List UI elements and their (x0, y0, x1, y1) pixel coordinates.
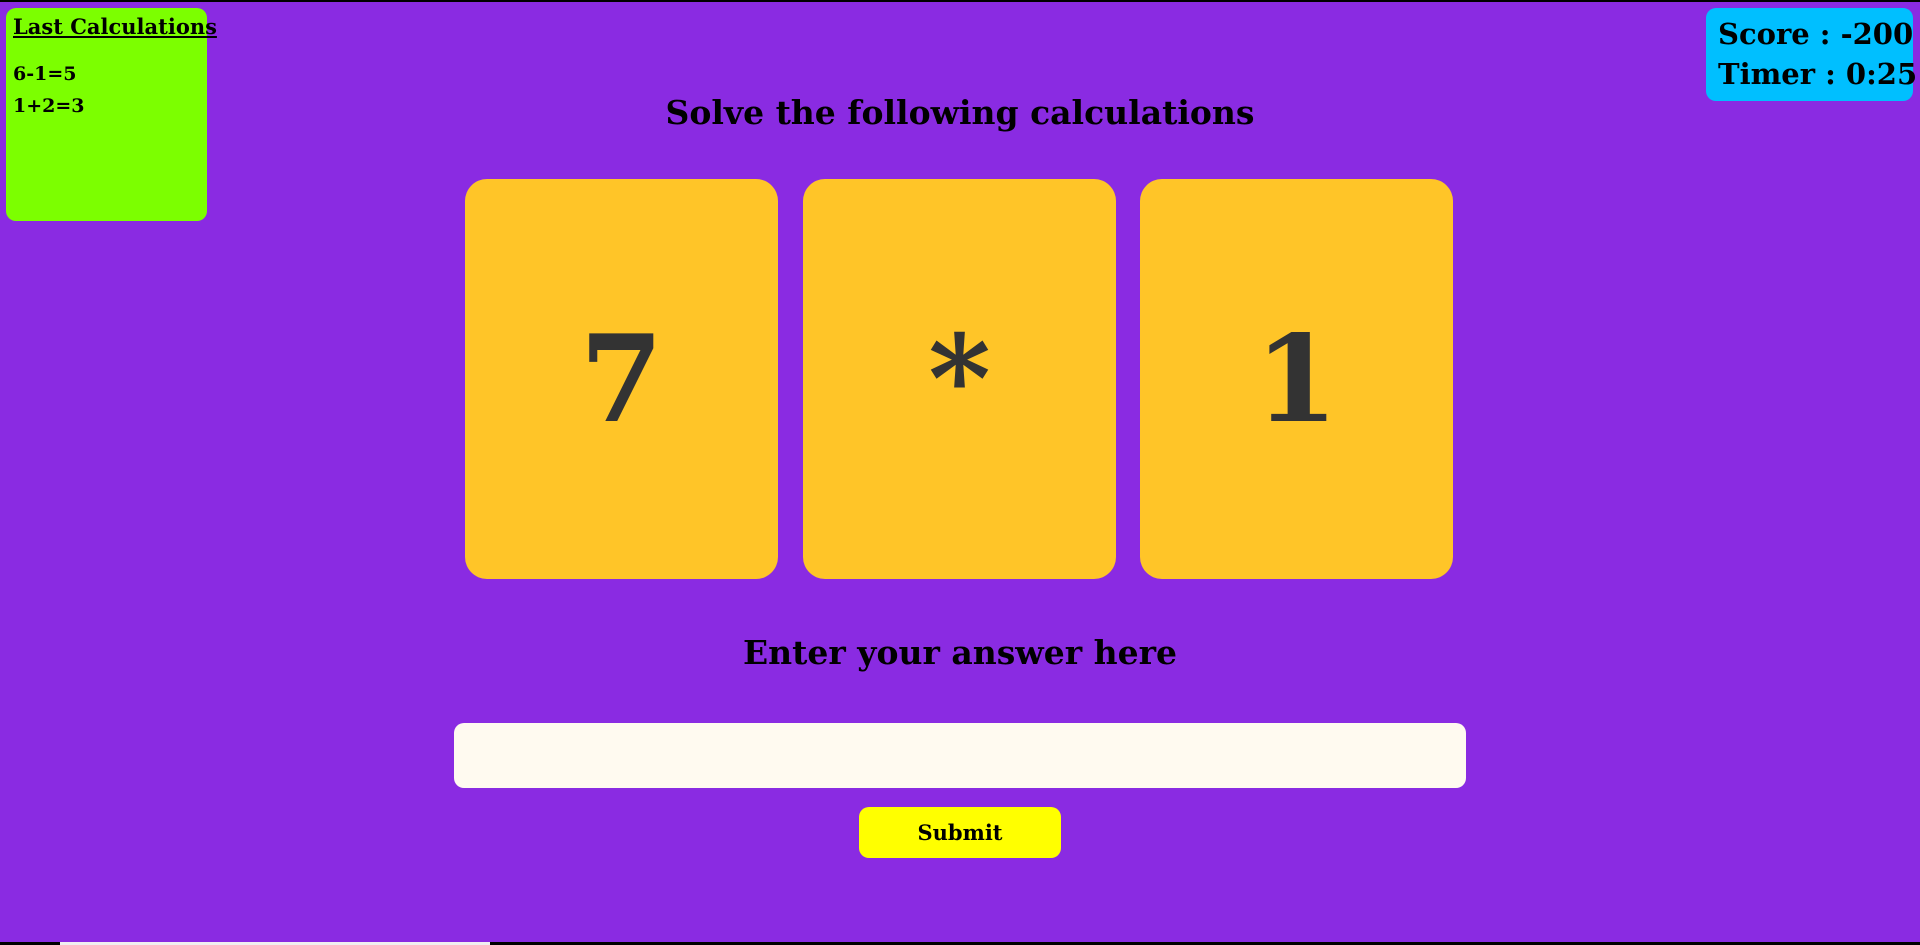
submit-button[interactable]: Submit (859, 807, 1061, 858)
page-title: Solve the following calculations (665, 93, 1255, 132)
answer-input[interactable] (454, 723, 1466, 788)
window-top-border (0, 0, 1920, 2)
timer-display: Timer : 0:25 (1718, 57, 1918, 91)
score-display: Score : -200 (1718, 17, 1914, 51)
operand-card-second: 1 (1140, 179, 1453, 579)
score-timer-panel: Score : -200 Timer : 0:25 (1706, 8, 1918, 101)
answer-prompt: Enter your answer here (743, 633, 1177, 672)
operator-card: * (803, 179, 1116, 579)
history-item: 6-1=5 (13, 63, 77, 85)
last-calculations-title: Last Calculations (13, 14, 217, 39)
operand-card-first: 7 (465, 179, 778, 579)
